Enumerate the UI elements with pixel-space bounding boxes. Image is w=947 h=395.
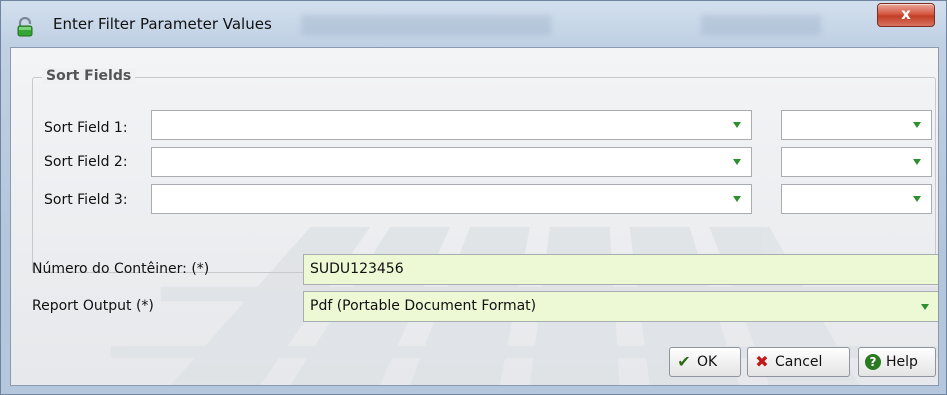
report-output-label: Report Output (*) (32, 298, 154, 314)
sort-fields-legend: Sort Fields (42, 68, 136, 84)
lock-icon (15, 16, 35, 37)
report-output-value: Pdf (Portable Document Format) (310, 298, 537, 314)
background-title-blur (701, 15, 821, 35)
chevron-down-icon (733, 159, 741, 165)
close-button[interactable]: x (877, 3, 935, 27)
checkmark-icon: ✔ (677, 352, 691, 371)
chevron-down-icon (921, 304, 929, 310)
filter-dialog-window: Enter Filter Parameter Values x Sort Fie… (0, 0, 947, 395)
chevron-down-icon (733, 122, 741, 128)
question-icon: ? (865, 354, 881, 370)
dialog-title: Enter Filter Parameter Values (53, 15, 272, 33)
sort-field-1-direction-select[interactable] (781, 110, 932, 140)
title-bar[interactable]: Enter Filter Parameter Values x (1, 1, 946, 47)
container-number-value: SUDU123456 (310, 261, 404, 277)
cancel-button[interactable]: ✖ Cancel (747, 347, 850, 377)
chevron-down-icon (913, 159, 921, 165)
sort-field-2-label: Sort Field 2: (44, 154, 128, 170)
help-button[interactable]: ? Help (858, 347, 936, 377)
sort-field-1-label: Sort Field 1: (44, 120, 128, 136)
ok-button-label: OK (697, 354, 718, 370)
sort-field-2-direction-select[interactable] (781, 147, 932, 177)
dialog-body: Sort Fields Sort Field 1: Sort Field 2: … (10, 47, 939, 386)
cancel-button-label: Cancel (775, 354, 823, 370)
ok-button[interactable]: ✔ OK (669, 347, 741, 377)
chevron-down-icon (733, 196, 741, 202)
chevron-down-icon (913, 122, 921, 128)
container-number-label: Número do Contêiner: (*) (32, 261, 210, 277)
sort-field-1-select[interactable] (151, 110, 752, 140)
sort-field-3-direction-select[interactable] (781, 184, 932, 214)
report-output-select[interactable]: Pdf (Portable Document Format) (303, 291, 938, 322)
sort-field-2-select[interactable] (151, 147, 752, 177)
sort-field-3-select[interactable] (151, 184, 752, 214)
sort-field-3-label: Sort Field 3: (44, 192, 128, 208)
close-icon: x (901, 5, 911, 23)
help-button-label: Help (886, 354, 918, 370)
x-icon: ✖ (755, 352, 769, 371)
chevron-down-icon (913, 196, 921, 202)
background-title-blur (301, 15, 551, 35)
container-number-input[interactable]: SUDU123456 (303, 254, 938, 285)
